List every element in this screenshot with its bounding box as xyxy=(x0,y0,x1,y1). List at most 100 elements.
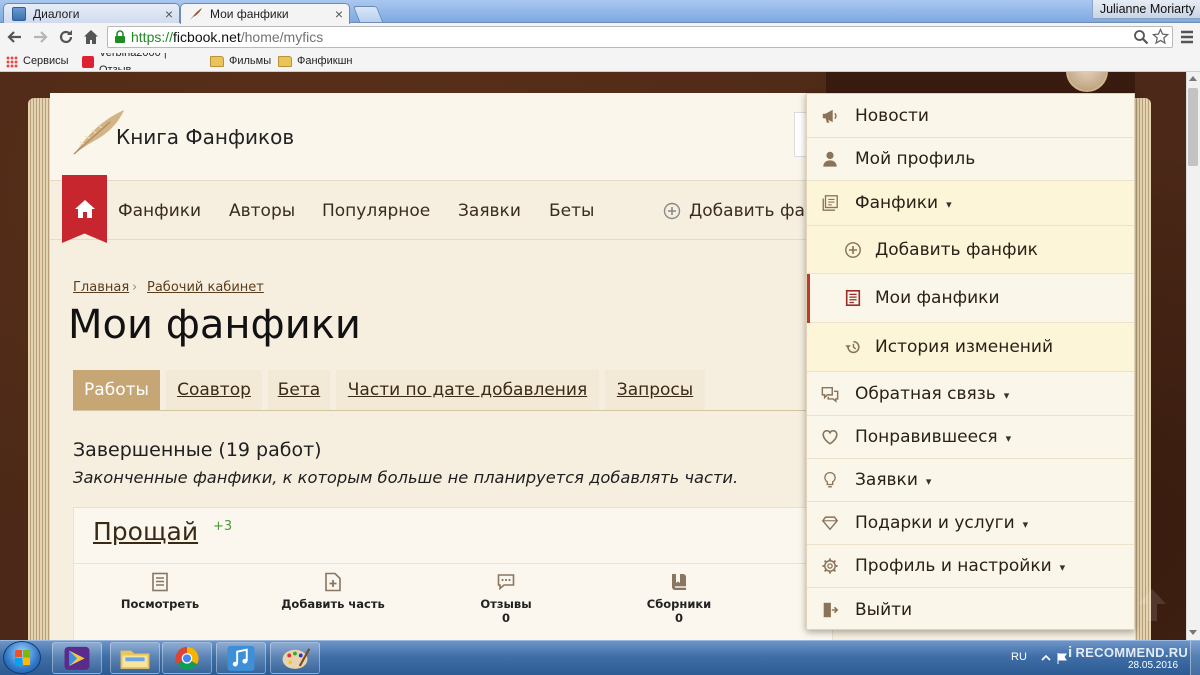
logout-icon xyxy=(823,602,839,617)
site-logo-text[interactable]: Книга Фанфиков xyxy=(116,124,294,150)
bookmark-label: Фанфикшн xyxy=(297,55,353,67)
action-label: Посмотреть xyxy=(120,597,200,611)
close-tab-icon[interactable] xyxy=(165,6,173,22)
menu-item-settings[interactable]: Профиль и настройки xyxy=(807,545,1134,588)
plus-circle-icon xyxy=(845,241,861,258)
scroll-up-arrow-icon[interactable] xyxy=(1189,76,1197,81)
breadcrumb-cabinet[interactable]: Рабочий кабинет xyxy=(147,280,264,296)
nav-popular[interactable]: Популярное xyxy=(322,200,430,222)
taskbar-music-app[interactable] xyxy=(216,642,266,674)
tab-title: Мои фанфики xyxy=(210,7,289,21)
menu-item-logout[interactable]: Выйти xyxy=(807,588,1134,631)
tab-requests[interactable]: Запросы xyxy=(605,370,705,410)
reviews-icon xyxy=(497,574,515,591)
scroll-down-arrow-icon[interactable] xyxy=(1189,630,1197,635)
browser-tab-my-fanfics[interactable]: Мои фанфики xyxy=(180,3,350,24)
bookmark-verbina[interactable]: Verbina2000 | Отзыв xyxy=(82,53,198,70)
fanfics-icon xyxy=(822,195,838,211)
breadcrumb-separator-icon xyxy=(132,280,137,296)
house-icon xyxy=(74,199,96,219)
plus-circle-icon xyxy=(663,202,681,220)
view-document-icon xyxy=(152,572,168,592)
nav-requests[interactable]: Заявки xyxy=(458,200,521,222)
url-scheme: https:// xyxy=(131,29,174,45)
action-label: Добавить часть xyxy=(281,597,385,611)
zoom-icon[interactable] xyxy=(1133,29,1149,45)
forward-arrow-icon[interactable] xyxy=(31,28,49,46)
section-subtitle: Законченные фанфики, к которым больше не… xyxy=(73,468,739,487)
heart-icon xyxy=(822,430,838,445)
taskbar-chrome[interactable] xyxy=(162,642,212,674)
bookmark-folder-fanfiction[interactable]: Фанфикшн xyxy=(278,53,352,70)
action-label: Отзывы xyxy=(480,597,532,611)
nav-add-fanfic[interactable]: Добавить фа xyxy=(689,200,805,222)
lightbulb-icon xyxy=(824,471,836,488)
show-hidden-icons-icon[interactable] xyxy=(1040,652,1052,664)
taskbar-paint[interactable] xyxy=(270,642,320,674)
site-favicon-icon xyxy=(82,55,94,68)
ficbook-quill-favicon-icon xyxy=(189,7,203,21)
menu-item-fanfics[interactable]: Фанфики xyxy=(807,181,1134,226)
menu-item-requests[interactable]: Заявки xyxy=(807,459,1134,502)
book-pages-edge-right xyxy=(1133,98,1151,640)
bookmark-services[interactable]: Сервисы xyxy=(6,53,69,70)
browser-menu-icon[interactable] xyxy=(1180,29,1194,45)
menu-item-liked[interactable]: Понравившееся xyxy=(807,416,1134,459)
user-dropdown-menu: Новости Мой профиль Фанфики Добавить фан… xyxy=(806,93,1135,630)
tab-works[interactable]: Работы xyxy=(73,370,160,410)
nav-fanfics[interactable]: Фанфики xyxy=(118,200,201,222)
menu-item-profile[interactable]: Мой профиль xyxy=(807,138,1134,181)
paint-icon xyxy=(282,648,311,669)
history-icon xyxy=(845,340,860,354)
tab-coauthor[interactable]: Соавтор xyxy=(166,370,262,410)
tab-beta[interactable]: Бета xyxy=(268,370,330,410)
folder-icon xyxy=(278,56,292,67)
add-part-button[interactable]: Добавить часть xyxy=(263,572,403,611)
input-language-indicator[interactable]: RU xyxy=(1011,650,1027,664)
taskbar-media-player[interactable] xyxy=(52,642,102,674)
bookmark-star-icon[interactable] xyxy=(1152,28,1169,45)
browser-profile-name[interactable]: Julianne Moriarty xyxy=(1091,0,1200,19)
bookmark-label: Фильмы xyxy=(229,55,272,67)
collections-count: 0 xyxy=(674,611,683,625)
browser-tab-dialogs[interactable]: Диалоги xyxy=(3,3,180,23)
menu-item-my-fanfics[interactable]: Мои фанфики xyxy=(807,274,1134,323)
fanfic-title-link[interactable]: Прощай xyxy=(93,515,198,549)
taskbar-explorer[interactable] xyxy=(110,642,160,674)
show-desktop-button[interactable] xyxy=(1190,641,1200,675)
watermark-i-logo-icon: i xyxy=(1068,644,1073,661)
explorer-icon xyxy=(120,650,150,669)
reload-icon[interactable] xyxy=(57,28,75,46)
collections-button[interactable]: Сборники 0 xyxy=(609,572,749,625)
bookmark-folder-films[interactable]: Фильмы xyxy=(210,53,271,70)
scroll-to-top-icon[interactable] xyxy=(1134,586,1170,624)
avatar[interactable] xyxy=(1066,72,1108,92)
action-center-flag-icon[interactable] xyxy=(1056,652,1068,664)
breadcrumb-home[interactable]: Главная xyxy=(73,280,129,296)
reviews-button[interactable]: Отзывы 0 xyxy=(436,572,576,625)
start-button[interactable] xyxy=(3,641,41,674)
url-path: /home/myfics xyxy=(240,29,324,45)
user-bar xyxy=(826,72,1135,93)
document-list-icon xyxy=(845,289,861,307)
nav-betas[interactable]: Беты xyxy=(549,200,594,222)
home-icon[interactable] xyxy=(82,28,100,46)
page-title: Мои фанфики xyxy=(68,302,361,348)
close-tab-icon[interactable] xyxy=(335,6,343,22)
menu-item-add-fanfic[interactable]: Добавить фанфик xyxy=(807,226,1134,274)
tab-parts-by-date[interactable]: Части по дате добавления xyxy=(336,370,599,410)
menu-item-label: История изменений xyxy=(875,337,1053,357)
dialogs-favicon-icon xyxy=(12,6,26,21)
menu-item-gifts[interactable]: Подарки и услуги xyxy=(807,502,1134,545)
scrollbar-thumb[interactable] xyxy=(1188,88,1198,166)
menu-item-news[interactable]: Новости xyxy=(807,94,1134,138)
menu-item-history[interactable]: История изменений xyxy=(807,323,1134,372)
menu-item-feedback[interactable]: Обратная связь xyxy=(807,372,1134,416)
menu-item-label: Выйти xyxy=(855,599,913,620)
taskbar-date[interactable]: 28.05.2016 xyxy=(1128,660,1178,672)
back-arrow-icon[interactable] xyxy=(6,28,24,46)
book-pages-edge-left xyxy=(28,98,52,640)
apps-grid-icon xyxy=(6,55,18,68)
view-button[interactable]: Посмотреть xyxy=(90,572,230,611)
nav-authors[interactable]: Авторы xyxy=(229,200,295,222)
